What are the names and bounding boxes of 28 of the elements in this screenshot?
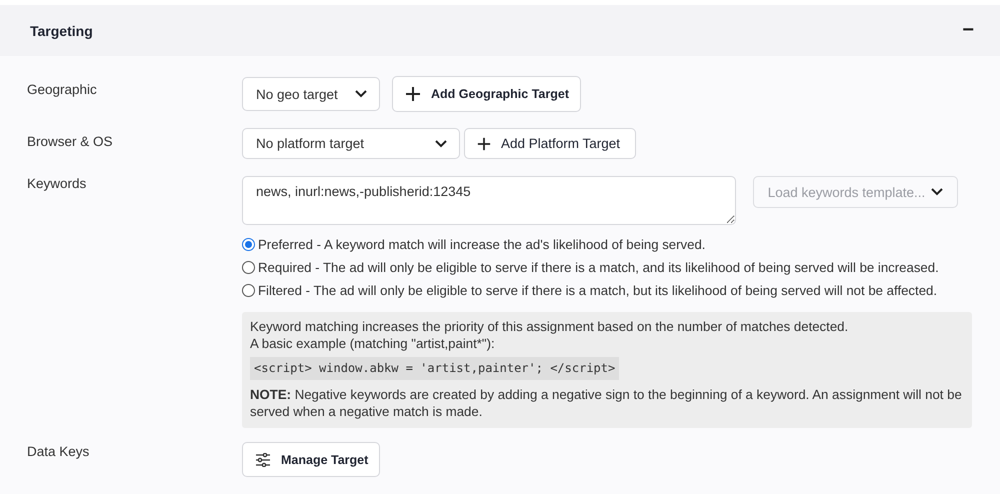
plus-icon [477,136,491,150]
radio-icon[interactable] [242,261,255,274]
manage-target-button[interactable]: Manage Target [242,442,380,477]
platform-select[interactable]: No platform target [242,128,460,159]
keywords-field[interactable]: news, inurl:news,-publisherid:12345 [242,176,736,225]
note-text: NOTE: Negative keywords are created by adding a negative sign to the beginning of a keyword. An assignment will not be served when a negative match is made. [250,386,963,420]
add-geographic-button[interactable]: Add Geographic Target [392,76,581,112]
sliders-icon [255,452,271,466]
field-label: Browser & OS [27,133,114,149]
radio-icon[interactable] [242,284,255,297]
help-text: A basic example (matching "artist,paint*"): [250,335,496,352]
radio-icon[interactable] [242,238,255,251]
chevron-down-icon [355,90,367,98]
code-sample: <script> window.abkw = 'artist,painter'; </script> [250,357,620,380]
help-text: Keyword matching increases the priority of this assignment based on the number of matches detected. [250,318,850,335]
field-label: Geographic [27,81,98,97]
chevron-down-icon [931,188,944,196]
field-label: Keywords [27,176,88,191]
section-title: Targeting [30,22,93,38]
plus-icon [405,86,421,102]
collapse-button[interactable]: − [962,19,974,42]
radio-option[interactable]: Filtered - The ad will only be eligible to serve if there is a match, but its likelihood of being served will not be affected. [242,283,1000,298]
radio-option[interactable]: Preferred - A keyword match will increase the ad's likelihood of being served. [242,237,1000,252]
radio-option[interactable]: Required - The ad will only be eligible to serve if there is a match, and its likelihood of being served will be increased. [242,260,1000,275]
chevron-down-icon [435,140,447,148]
add-platform-button[interactable]: Add Platform Target [464,128,636,159]
geo-select[interactable]: No geo target [242,77,380,111]
field-label: Data Keys [27,443,90,459]
